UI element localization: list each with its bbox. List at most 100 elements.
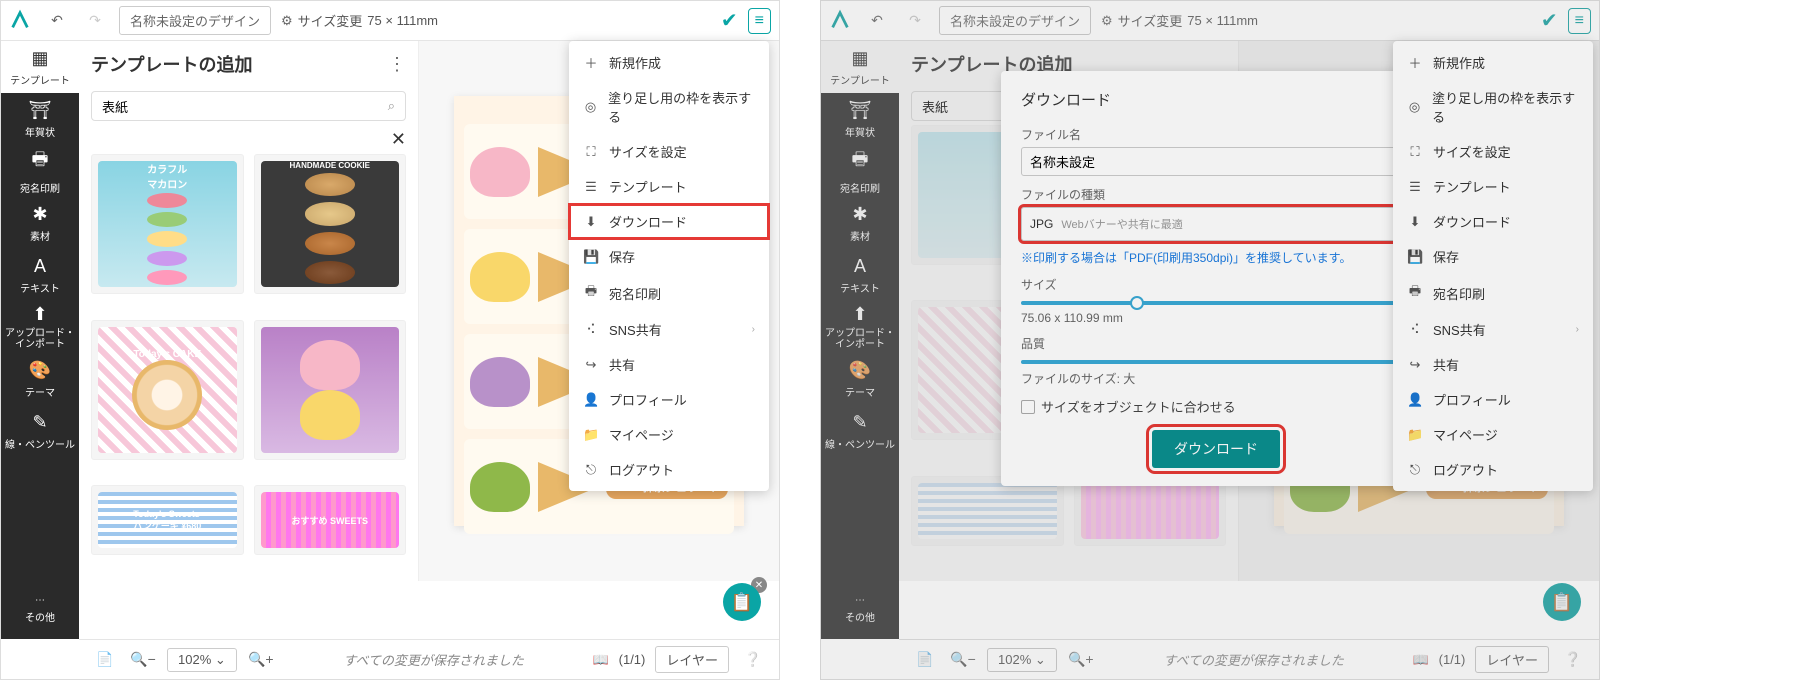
search-input[interactable]: ⌕ — [91, 91, 406, 121]
menu-item-新規作成[interactable]: ＋新規作成 — [1393, 45, 1593, 80]
undo-icon[interactable]: ↶ — [43, 7, 71, 35]
app-logo[interactable] — [829, 9, 853, 33]
hamburger-menu-button[interactable]: ≡ — [1568, 8, 1591, 34]
main-menu-dropdown: ＋新規作成◎塗り足し用の枠を表示する⛶サイズを設定 ☰ テンプレート ⬇ ダウンロード 💾… — [569, 41, 769, 491]
menu-item-ダウンロード[interactable]: ⬇ ダウンロード — [569, 204, 769, 239]
menu-item-宛名印刷[interactable]: 🖶宛名印刷 — [569, 274, 769, 312]
menu-item-塗り足し用の枠を表示する[interactable]: ◎塗り足し用の枠を表示する — [569, 80, 769, 134]
design-name-input[interactable]: 名称未設定のデザイン — [939, 6, 1091, 35]
layer-button[interactable]: レイヤー — [655, 646, 729, 673]
menu-label: 新規作成 — [609, 53, 661, 72]
sidebar-item-material[interactable]: ✱素材 — [1, 197, 79, 249]
help-icon[interactable]: ❔ — [739, 646, 767, 674]
menu-item-マイページ[interactable]: 📁マイページ — [569, 417, 769, 452]
zoom-in-icon[interactable]: 🔍+ — [247, 646, 275, 674]
menu-icon: ☰ — [583, 179, 599, 195]
design-name-input[interactable]: 名称未設定のデザイン — [119, 6, 271, 35]
menu-label: テンプレート — [609, 177, 687, 196]
menu-icon: 💾 — [583, 249, 599, 265]
menu-item-ログアウト[interactable]: ⎋ログアウト — [1393, 452, 1593, 487]
zoom-out-icon[interactable]: 🔍− — [949, 646, 977, 674]
menu-label: 塗り足し用の枠を表示する — [608, 88, 755, 126]
menu-item-塗り足し用の枠を表示する[interactable]: ◎塗り足し用の枠を表示する — [1393, 80, 1593, 134]
filename-input[interactable] — [1021, 147, 1411, 176]
fit-checkbox[interactable] — [1021, 400, 1035, 414]
template-thumb[interactable]: Today's Sweets パンケーキ ¥680 — [91, 485, 244, 555]
menu-item-保存[interactable]: 💾保存 — [569, 239, 769, 274]
undo-icon[interactable]: ↶ — [863, 7, 891, 35]
more-icon: ⋯ — [35, 595, 45, 606]
menu-item-プロフィール[interactable]: 👤プロフィール — [569, 382, 769, 417]
size-value-text: 75.06 x 110.99 mm — [1021, 311, 1411, 325]
quality-slider[interactable] — [1021, 360, 1411, 364]
shrine-icon: ⛩ — [29, 100, 52, 121]
panel-menu-icon[interactable]: ⋮ — [388, 54, 406, 75]
sidebar-item-template[interactable]: ▦テンプレート — [821, 41, 899, 93]
menu-item-テンプレート[interactable]: ☰テンプレート — [1393, 169, 1593, 204]
template-thumb[interactable] — [254, 320, 407, 460]
sidebar-item-nenga[interactable]: ⛩年賀状 — [821, 93, 899, 145]
menu-item-SNS共有[interactable]: ⠪SNS共有› — [1393, 312, 1593, 347]
sidebar-item-material[interactable]: ✱素材 — [821, 197, 899, 249]
sidebar-item-other[interactable]: ⋯その他 — [821, 579, 899, 639]
menu-label: SNS共有 — [1433, 320, 1486, 339]
menu-label: ダウンロード — [609, 212, 687, 231]
zoom-in-icon[interactable]: 🔍+ — [1067, 646, 1095, 674]
sidebar-item-upload[interactable]: ⬆アップロード・ インポート — [1, 301, 79, 353]
gear-icon: ⚙ — [1101, 13, 1113, 29]
download-button[interactable]: ダウンロード — [1152, 430, 1280, 468]
menu-label: 宛名印刷 — [609, 284, 661, 303]
menu-icon: ⬇ — [583, 214, 599, 230]
menu-item-プロフィール[interactable]: 👤プロフィール — [1393, 382, 1593, 417]
sidebar-item-pentool[interactable]: ✎線・ペンツール — [1, 405, 79, 457]
menu-item-共有[interactable]: ↪共有 — [1393, 347, 1593, 382]
clipboard-fab[interactable]: 📋 — [723, 583, 761, 621]
menu-item-テンプレート[interactable]: ☰ テンプレート — [569, 169, 769, 204]
sidebar-item-upload[interactable]: ⬆アップロード・ インポート — [821, 301, 899, 353]
menu-item-ダウンロード[interactable]: ⬇ダウンロード — [1393, 204, 1593, 239]
menu-item-宛名印刷[interactable]: 🖶宛名印刷 — [1393, 274, 1593, 312]
page-mode-icon[interactable]: 📄 — [91, 646, 119, 674]
sidebar-item-text[interactable]: Aテキスト — [821, 249, 899, 301]
template-thumb[interactable]: おすすめ SWEETS — [254, 485, 407, 555]
chevron-right-icon: › — [752, 324, 755, 335]
zoom-out-icon[interactable]: 🔍− — [129, 646, 157, 674]
menu-item-ログアウト[interactable]: ⎋ログアウト — [569, 452, 769, 487]
filetype-select[interactable]: JPG Webバナーや共有に最適 — [1021, 207, 1411, 241]
sidebar-item-other[interactable]: ⋯その他 — [1, 579, 79, 639]
search-field[interactable] — [102, 99, 388, 114]
template-thumb[interactable]: HANDMADE COOKIE — [254, 154, 407, 294]
sidebar-item-template[interactable]: ▦テンプレート — [1, 41, 79, 93]
template-thumb[interactable]: カラフル マカロン — [91, 154, 244, 294]
sidebar-item-pentool[interactable]: ✎線・ペンツール — [821, 405, 899, 457]
hamburger-menu-button[interactable]: ≡ — [748, 8, 771, 34]
sidebar-item-nenga[interactable]: ⛩年賀状 — [1, 93, 79, 145]
sidebar-item-theme[interactable]: 🎨テーマ — [1, 353, 79, 405]
menu-item-SNS共有[interactable]: ⠪SNS共有› — [569, 312, 769, 347]
menu-item-サイズを設定[interactable]: ⛶サイズを設定 — [1393, 134, 1593, 169]
app-logo[interactable] — [9, 9, 33, 33]
resize-label[interactable]: サイズ変更 — [298, 11, 363, 30]
zoom-select[interactable]: 102% ⌄ — [167, 648, 237, 672]
menu-item-新規作成[interactable]: ＋新規作成 — [569, 45, 769, 80]
sidebar-item-address[interactable]: 🖶宛名印刷 — [1, 145, 79, 197]
menu-label: サイズを設定 — [609, 142, 687, 161]
menu-item-マイページ[interactable]: 📁マイページ — [1393, 417, 1593, 452]
page-mode-icon[interactable]: 📄 — [911, 646, 939, 674]
zoom-select[interactable]: 102% ⌄ — [987, 648, 1057, 672]
menu-item-保存[interactable]: 💾保存 — [1393, 239, 1593, 274]
close-icon[interactable]: ✕ — [391, 129, 406, 150]
size-slider[interactable] — [1021, 301, 1411, 305]
print-note: ※印刷する場合は「PDF(印刷用350dpi)」を推奨しています。 — [1021, 249, 1411, 266]
book-icon[interactable]: 📖 — [592, 652, 608, 668]
sidebar-item-text[interactable]: Aテキスト — [1, 249, 79, 301]
chevron-right-icon: › — [1576, 324, 1579, 335]
menu-item-共有[interactable]: ↪共有 — [569, 347, 769, 382]
clipboard-fab[interactable]: 📋 — [1543, 583, 1581, 621]
menu-label: 保存 — [1433, 247, 1459, 266]
sidebar-item-address[interactable]: 🖶宛名印刷 — [821, 145, 899, 197]
template-thumb[interactable]: Today's CAKE — [91, 320, 244, 460]
menu-item-サイズを設定[interactable]: ⛶サイズを設定 — [569, 134, 769, 169]
menu-icon: ☰ — [1407, 179, 1423, 195]
sidebar-item-theme[interactable]: 🎨テーマ — [821, 353, 899, 405]
